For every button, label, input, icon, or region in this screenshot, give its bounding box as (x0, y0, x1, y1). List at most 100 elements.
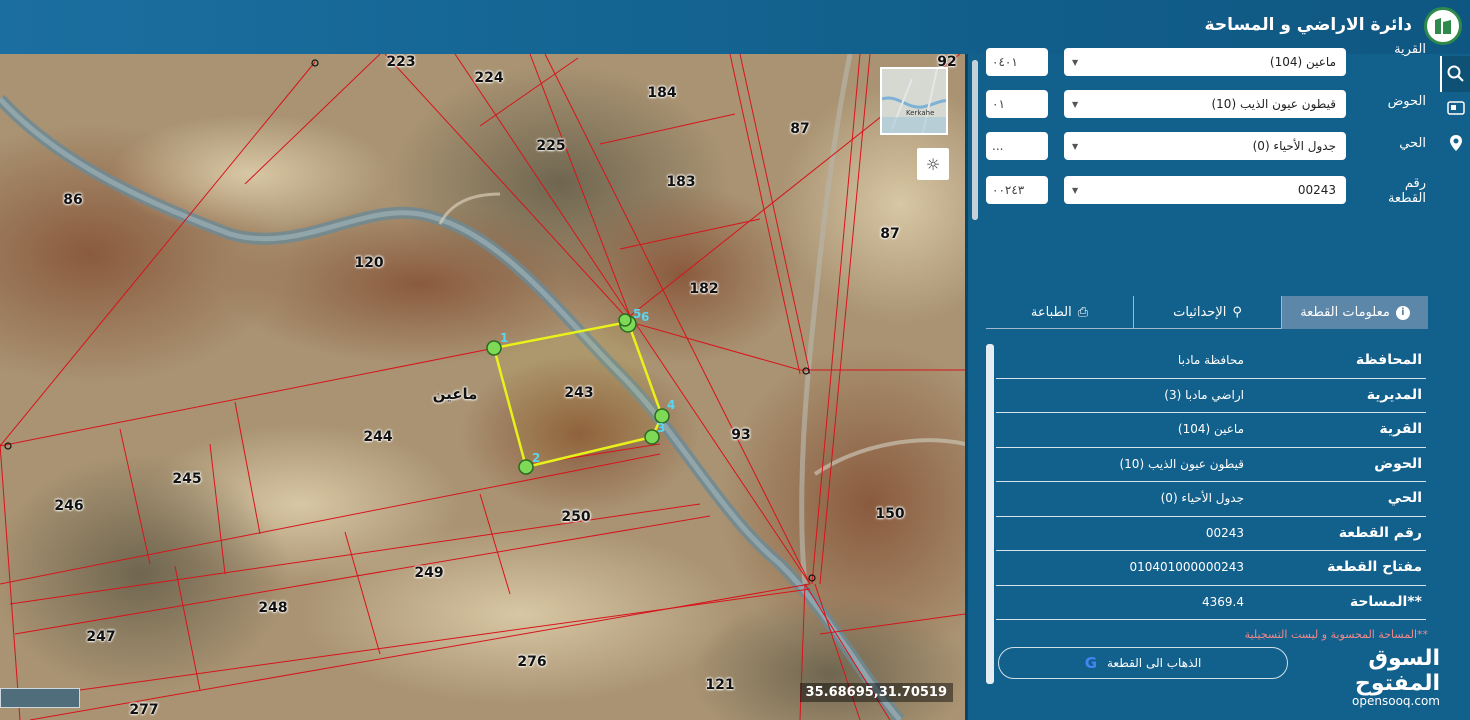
chevron-down-icon: ▼ (1072, 58, 1079, 67)
parcel-number-select[interactable]: 00243 ▼ (1064, 176, 1346, 204)
sun-icon[interactable]: ☼ (917, 148, 949, 180)
tab-coordinates-label: الإحداثيات (1173, 305, 1227, 320)
info-key: القرية (1379, 421, 1422, 437)
vertex-label-2: 2 (532, 451, 540, 465)
info-scrollbar[interactable] (986, 344, 994, 684)
parcel-label-120[interactable]: 120 (354, 255, 383, 271)
info-key: رقم القطعة (1338, 524, 1422, 541)
info-key: المحافظة (1355, 352, 1422, 368)
google-icon: G (1084, 654, 1097, 672)
id-card-icon[interactable] (1445, 97, 1467, 119)
chevron-down-icon: ▼ (1072, 142, 1079, 151)
info-value: 4369.4 (1202, 594, 1244, 609)
map-view[interactable]: 1 2 3 4 5 6 223 224 184 92 225 87 86 183… (0, 54, 965, 720)
parcel-label-244[interactable]: 244 (363, 429, 392, 445)
vertex-label-4: 4 (667, 398, 675, 412)
info-row-parcel-key: مفتاح القطعة 010401000000243 (996, 551, 1426, 586)
parcel-label-183[interactable]: 183 (666, 174, 695, 190)
info-tabs: ⎙ الطباعة ⚲ الإحداثيات i معلومات القطعة (986, 296, 1428, 329)
parcel-label-224[interactable]: 224 (474, 70, 503, 86)
basin-code-input[interactable]: ٠١ (986, 90, 1048, 118)
parcel-number-label-line2: القطعة (1387, 191, 1426, 206)
info-icon: i (1395, 305, 1410, 320)
village-code-input[interactable]: ٠٤٠١ (986, 48, 1048, 76)
neighborhood-select[interactable]: جدول الأحياء (0) ▼ (1064, 132, 1346, 160)
neighborhood-code-input[interactable]: ... (986, 132, 1048, 160)
tool-rail (1440, 54, 1470, 720)
tab-print[interactable]: ⎙ الطباعة (986, 296, 1133, 329)
search-icon[interactable] (1440, 56, 1470, 92)
parcel-label-184[interactable]: 184 (647, 85, 676, 101)
parcel-info-table: المحافظة محافظة مادبا المديرية اراضي ماد… (996, 344, 1426, 620)
parcel-label-121[interactable]: 121 (705, 677, 734, 693)
app-title: دائرة الاراضي و المساحة (1204, 15, 1412, 35)
parcel-label-223[interactable]: 223 (386, 54, 415, 70)
parcel-label-93[interactable]: 93 (731, 427, 750, 443)
parcel-label-248[interactable]: 248 (258, 600, 287, 616)
info-value: 00243 (1205, 525, 1244, 540)
parcel-label-150[interactable]: 150 (875, 506, 904, 522)
info-value: اراضي مادبا (3) (1164, 387, 1244, 402)
neighborhood-select-value: جدول الأحياء (0) (1252, 139, 1336, 153)
basin-select-value: قيطون عيون الذيب (10) (1211, 97, 1336, 111)
tab-print-label: الطباعة (1030, 305, 1072, 320)
info-row-basin: الحوض قيطون عيون الذيب (10) (996, 448, 1426, 482)
parcel-label-277[interactable]: 277 (129, 702, 158, 718)
info-key: مفتاح القطعة (1327, 559, 1422, 575)
place-name-label: ماعين (432, 385, 478, 403)
parcel-label-87b[interactable]: 87 (880, 226, 899, 242)
basin-row: ٠١ قيطون عيون الذيب (10) ▼ الحوض (968, 90, 1440, 120)
location-pin-icon[interactable] (1445, 132, 1467, 154)
parcel-label-225[interactable]: 225 (536, 138, 565, 154)
info-row-neighborhood: الحي جدول الأحياء (0) (996, 482, 1426, 517)
info-key: المديرية (1366, 386, 1422, 403)
goto-parcel-button[interactable]: الذهاب الى القطعة G (998, 647, 1288, 679)
parcel-label-86[interactable]: 86 (63, 192, 82, 208)
info-row-area: **المساحة 4369.4 (996, 586, 1426, 620)
scale-bar (0, 688, 80, 708)
parcel-label-243[interactable]: 243 (564, 385, 593, 401)
cursor-coordinates: 35.68695,31.70519 (799, 683, 953, 702)
overview-map-thumbnail[interactable]: Kerkahe (880, 67, 948, 135)
vertex-label-3: 3 (657, 421, 665, 435)
info-row-directorate: المديرية اراضي مادبا (3) (996, 379, 1426, 413)
info-value: جدول الأحياء (0) (1160, 491, 1244, 505)
top-bar: دائرة الاراضي و المساحة (0, 0, 1470, 54)
thumbnail-label: Kerkahe (906, 109, 935, 117)
parcel-label-246[interactable]: 246 (54, 498, 83, 514)
info-key: الحوض (1374, 455, 1422, 472)
info-key: الحي (1387, 490, 1422, 506)
parcel-label-182[interactable]: 182 (689, 281, 718, 297)
printer-icon: ⎙ (1077, 305, 1089, 320)
parcel-number-row: ٠٠٢٤٣ 00243 ▼ رقم القطعة (968, 176, 1440, 206)
parcel-number-label-line1: رقم (1404, 176, 1426, 191)
info-row-governorate: المحافظة محافظة مادبا (996, 344, 1426, 379)
person-pin-icon: ⚲ (1232, 305, 1242, 320)
chevron-down-icon: ▼ (1072, 186, 1079, 195)
parcel-search-panel: ٠٤٠١ ماعين (104) ▼ القرية ٠١ قيطون عيون … (968, 42, 1440, 720)
village-select-value: ماعين (104) (1269, 55, 1336, 69)
chevron-down-icon: ▼ (1072, 100, 1079, 109)
tab-coordinates[interactable]: ⚲ الإحداثيات (1134, 296, 1281, 329)
parcel-label-247[interactable]: 247 (86, 629, 115, 645)
village-label: القرية (1394, 42, 1426, 57)
parcel-code-input[interactable]: ٠٠٢٤٣ (986, 176, 1048, 204)
parcel-label-276[interactable]: 276 (517, 654, 546, 670)
land-dept-logo (1424, 7, 1462, 45)
tab-parcel-info-label: معلومات القطعة (1300, 305, 1390, 320)
basin-select[interactable]: قيطون عيون الذيب (10) ▼ (1064, 90, 1346, 118)
info-value: قيطون عيون الذيب (10) (1119, 456, 1244, 471)
watermark-arabic: السوق المفتوح (1354, 646, 1440, 696)
info-value: 010401000000243 (1129, 560, 1244, 574)
parcel-label-245[interactable]: 245 (172, 471, 201, 487)
vertex-label-1: 1 (500, 331, 508, 345)
parcel-label-250[interactable]: 250 (561, 509, 590, 525)
neighborhood-label: الحي (1399, 136, 1426, 151)
village-select[interactable]: ماعين (104) ▼ (1064, 48, 1346, 76)
parcel-number-select-value: 00243 (1297, 183, 1336, 197)
opensooq-watermark: السوق المفتوح opensooq.com (1296, 646, 1440, 708)
parcel-number-label: رقم القطعة (1346, 176, 1426, 206)
parcel-label-87a[interactable]: 87 (790, 121, 809, 137)
tab-parcel-info[interactable]: i معلومات القطعة (1282, 296, 1428, 329)
parcel-label-249[interactable]: 249 (414, 565, 443, 581)
